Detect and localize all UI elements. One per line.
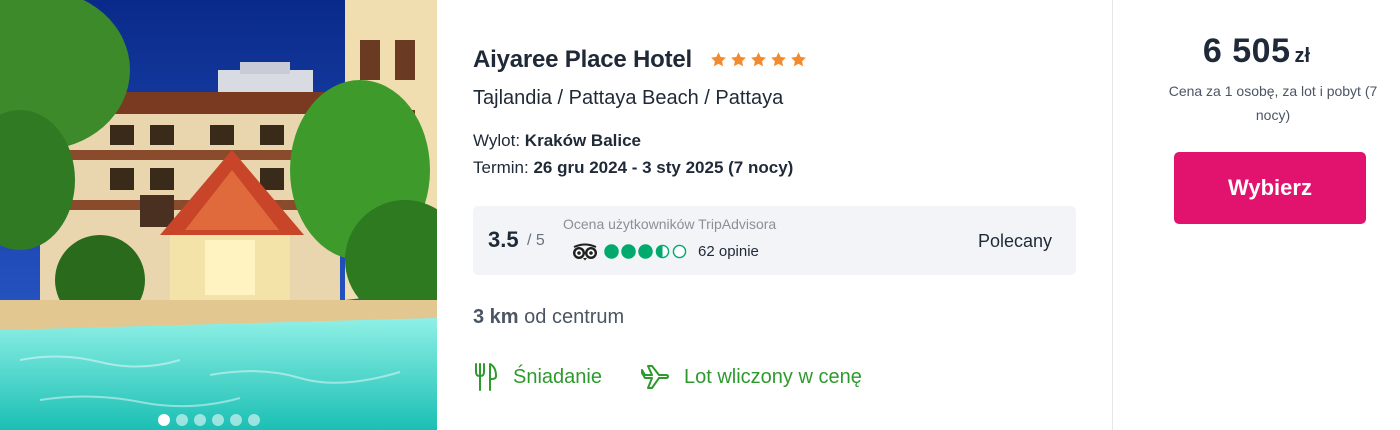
amenity-label: Lot wliczony w cenę: [683, 365, 862, 388]
empty-bubble-icon: [672, 244, 687, 259]
hotel-offer-card: Aiyaree Place Hotel Tajlandia / Pattaya …: [0, 0, 1400, 430]
carousel-dots: [158, 414, 260, 426]
reviews-count: 62 opinie: [698, 243, 759, 260]
carousel-dot[interactable]: [176, 414, 188, 426]
carousel-dot[interactable]: [194, 414, 206, 426]
tripadvisor-owl-icon: [573, 243, 597, 261]
star-icon: [711, 51, 726, 66]
fork-knife-icon: [475, 363, 497, 391]
hotel-location: Tajlandia / Pattaya Beach / Pattaya: [473, 87, 784, 109]
hotel-photo: [0, 0, 437, 430]
hotel-info: Aiyaree Place Hotel Tajlandia / Pattaya …: [473, 0, 1083, 430]
choose-button[interactable]: Wybierz: [1174, 152, 1366, 224]
price-note: Cena za 1 osobę, za lot i pobyt (7 nocy): [1168, 83, 1378, 123]
title-row: Aiyaree Place Hotel: [473, 46, 807, 74]
tripadvisor-rating[interactable]: 3.5 / 5 Ocena użytkowników TripAdvisora …: [473, 206, 1076, 275]
distance-to-center: 3 km od centrum: [473, 306, 624, 329]
departure-label: Wylot:: [473, 131, 525, 150]
price-currency: zł: [1294, 45, 1311, 67]
star-icon: [791, 51, 806, 66]
star-icon: [751, 51, 766, 66]
amenity-label: Śniadanie: [513, 365, 602, 388]
tripadvisor-bubbles: [604, 244, 687, 259]
price-amount: 6 505: [1202, 32, 1291, 70]
rating-score: 3.5: [488, 227, 519, 252]
price-panel: 6 505 zł Cena za 1 osobę, za lot i pobyt …: [1113, 0, 1400, 430]
full-bubble-icon: [621, 244, 636, 259]
full-bubble-icon: [638, 244, 653, 259]
rating-verdict: Polecany: [977, 231, 1052, 251]
carousel-dot[interactable]: [158, 414, 170, 426]
full-bubble-icon: [604, 244, 619, 259]
carousel-dot[interactable]: [212, 414, 224, 426]
half-bubble-icon: [655, 244, 670, 259]
hotel-photo-carousel[interactable]: [0, 0, 437, 430]
term-label: Termin:: [473, 158, 534, 177]
departure-airport: Kraków Balice: [524, 131, 642, 150]
distance-suffix: od centrum: [518, 306, 625, 328]
rating-source-label: Ocena użytkowników TripAdvisora: [563, 216, 777, 232]
rating-max: / 5: [527, 232, 545, 249]
amenity-breakfast: Śniadanie: [473, 362, 602, 392]
distance-value: 3 km: [473, 306, 519, 328]
star-icon: [771, 51, 786, 66]
star-rating: [710, 51, 807, 68]
departure-info: Wylot: Kraków Balice: [473, 131, 641, 151]
carousel-dot[interactable]: [248, 414, 260, 426]
price: 6 505 zł: [1113, 32, 1400, 71]
term-info: Termin: 26 gru 2024 - 3 sty 2025 (7 nocy…: [473, 158, 793, 178]
hotel-name[interactable]: Aiyaree Place Hotel: [473, 46, 692, 74]
amenities-list: Śniadanie Lot wliczony w cenę: [473, 362, 900, 392]
amenity-flight: Lot wliczony w cenę: [640, 364, 862, 390]
term-dates: 26 gru 2024 - 3 sty 2025 (7 nocy): [533, 158, 794, 177]
carousel-dot[interactable]: [230, 414, 242, 426]
airplane-icon: [640, 365, 669, 389]
star-icon: [731, 51, 746, 66]
